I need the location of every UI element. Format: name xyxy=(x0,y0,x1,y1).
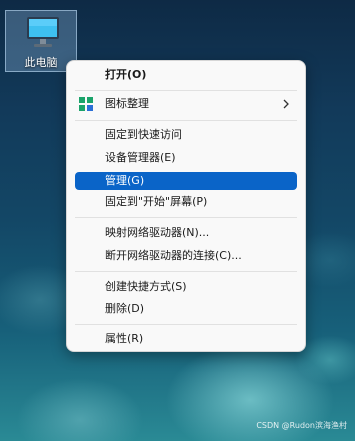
context-menu: 打开(O) 图标整理 固定到快速访问 设备管理器(E) 管理(G) 固定到"开始… xyxy=(66,60,306,352)
menu-item-create-shortcut[interactable]: 创建快捷方式(S) xyxy=(75,278,297,296)
grid-icon xyxy=(79,97,93,111)
menu-item-label: 创建快捷方式(S) xyxy=(105,280,187,293)
watermark: CSDN @Rudon滨海渔村 xyxy=(256,421,347,430)
menu-item-map-network-drive[interactable]: 映射网络驱动器(N)... xyxy=(75,224,297,242)
menu-item-label: 图标整理 xyxy=(105,97,149,110)
menu-separator xyxy=(75,324,297,325)
menu-item-label: 删除(D) xyxy=(105,302,145,315)
menu-separator xyxy=(75,217,297,218)
menu-item-label: 属性(R) xyxy=(105,332,144,345)
menu-item-label: 映射网络驱动器(N)... xyxy=(105,226,210,239)
menu-item-manage[interactable]: 管理(G) xyxy=(75,172,297,190)
menu-item-properties[interactable]: 属性(R) xyxy=(75,330,297,348)
menu-item-pin-start[interactable]: 固定到"开始"屏幕(P) xyxy=(75,193,297,211)
menu-item-disconnect-network-drive[interactable]: 断开网络驱动器的连接(C)... xyxy=(75,247,297,265)
menu-item-open[interactable]: 打开(O) xyxy=(75,66,297,84)
menu-item-delete[interactable]: 删除(D) xyxy=(75,300,297,318)
menu-item-label: 固定到快速访问 xyxy=(105,128,182,141)
menu-item-label: 断开网络驱动器的连接(C)... xyxy=(105,249,242,262)
menu-item-label: 管理(G) xyxy=(105,174,145,187)
menu-item-pin-quick-access[interactable]: 固定到快速访问 xyxy=(75,126,297,144)
this-pc-desktop-icon[interactable]: 此电脑 xyxy=(5,10,77,72)
menu-separator xyxy=(75,271,297,272)
menu-separator xyxy=(75,120,297,121)
menu-item-label: 固定到"开始"屏幕(P) xyxy=(105,195,208,208)
chevron-right-icon xyxy=(283,99,289,109)
menu-item-label: 设备管理器(E) xyxy=(105,151,176,164)
menu-separator xyxy=(75,90,297,91)
menu-item-device-manager[interactable]: 设备管理器(E) xyxy=(75,149,297,167)
menu-item-label: 打开(O) xyxy=(105,68,147,81)
computer-icon xyxy=(27,17,59,47)
menu-item-icon-arrange[interactable]: 图标整理 xyxy=(75,95,297,113)
